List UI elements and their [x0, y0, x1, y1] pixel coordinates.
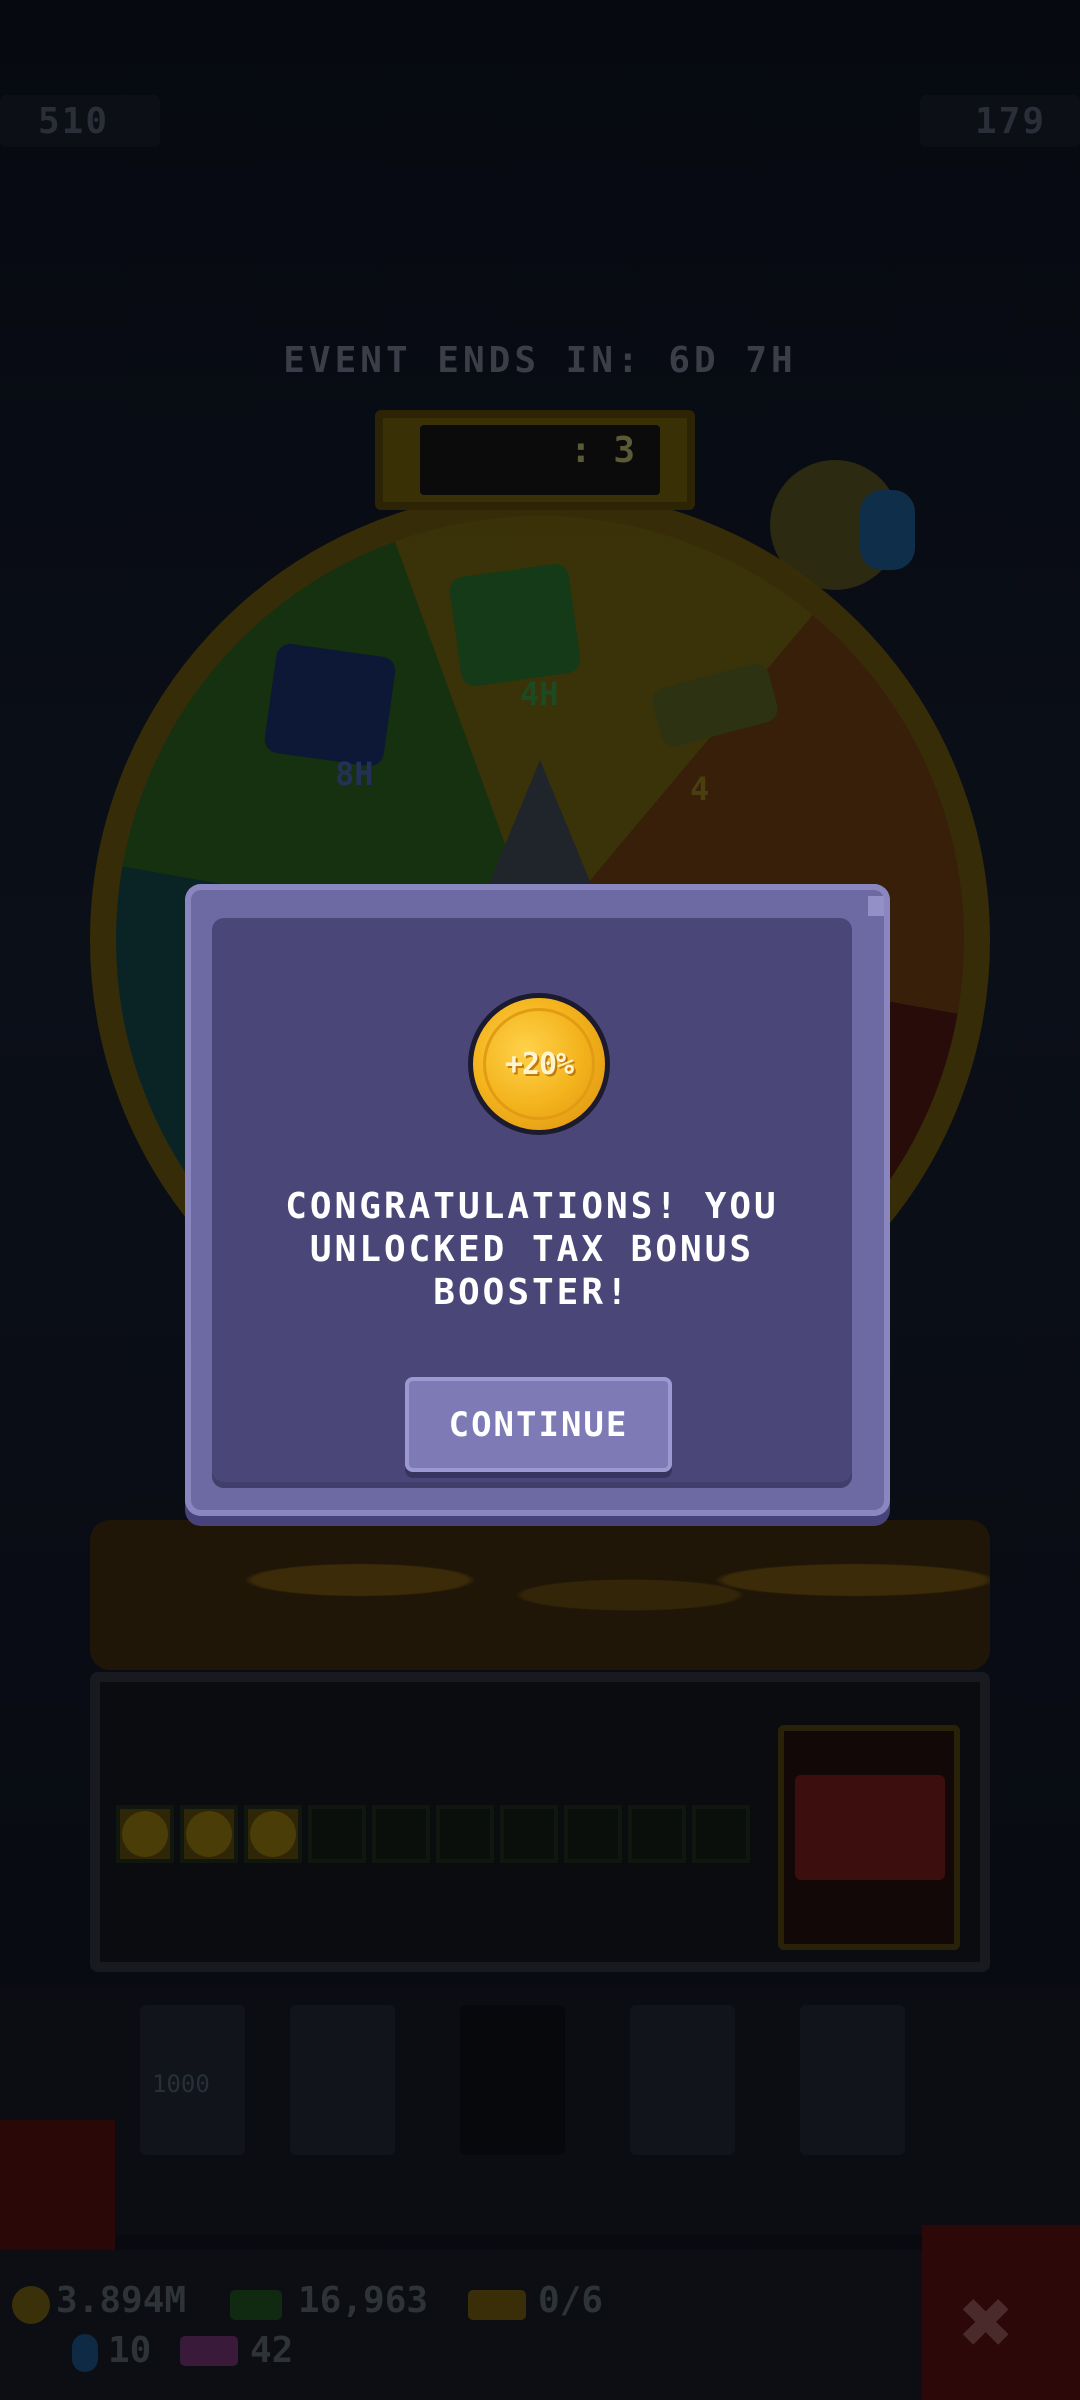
- congratulations-message: CONGRATULATIONS! YOU UNLOCKED TAX BONUS …: [285, 1186, 779, 1313]
- tax-bonus-coin-icon: +20%: [468, 993, 610, 1135]
- dialog-corner-highlight: [868, 896, 884, 916]
- close-icon[interactable]: ✖: [960, 2270, 1014, 2375]
- wheel-item-maze: [262, 642, 398, 768]
- progress-slot: [308, 1805, 366, 1863]
- hud-right-value: 179: [975, 101, 1047, 142]
- level-value: 42: [250, 2330, 294, 2371]
- shop-item[interactable]: [800, 2005, 905, 2155]
- chest-icon: [795, 1775, 945, 1880]
- ticket-icon: [468, 2290, 526, 2320]
- progress-slot: [692, 1805, 750, 1863]
- hud-right-counter: 179: [920, 95, 1080, 147]
- shop-item[interactable]: [630, 2005, 735, 2155]
- progress-slot: [564, 1805, 622, 1863]
- gems-value: 10: [108, 2330, 152, 2371]
- progress-slot: [244, 1805, 302, 1863]
- event-countdown: EVENT ENDS IN: 6D 7H: [283, 340, 797, 381]
- progress-slot: [372, 1805, 430, 1863]
- shop-item[interactable]: [290, 2005, 395, 2155]
- progress-slot: [436, 1805, 494, 1863]
- wheel-item-maze-label: 8H: [335, 755, 374, 793]
- coin-icon: [250, 1811, 296, 1857]
- wheel-item-coin: [447, 562, 583, 688]
- info-icon[interactable]: [860, 490, 915, 570]
- coin-pile-decor: [90, 1520, 990, 1670]
- coin-icon: [122, 1811, 168, 1857]
- progress-slot: [628, 1805, 686, 1863]
- hud-left-value: 510: [38, 101, 110, 142]
- shop-item-price: 1000: [152, 2070, 210, 2098]
- tickets-value: 0/6: [538, 2280, 604, 2321]
- wheel-item-coin-label: 4H: [520, 675, 559, 713]
- spin-counter-value: : 3: [570, 430, 636, 471]
- bottom-stats-bar: [0, 2250, 1080, 2400]
- coin-icon: [186, 1811, 232, 1857]
- continue-button-label: CONTINUE: [448, 1404, 629, 1445]
- wheel-item-ticket-label: 4: [690, 770, 710, 808]
- progress-slot: [116, 1805, 174, 1863]
- progress-slot: [180, 1805, 238, 1863]
- gem-icon: [72, 2334, 98, 2372]
- level-icon: [180, 2336, 238, 2366]
- progress-slot: [500, 1805, 558, 1863]
- coin-icon: [12, 2286, 50, 2324]
- coins-value: 3.894M: [56, 2280, 187, 2321]
- scroll-arrows-button[interactable]: [0, 2120, 115, 2250]
- booster-badge-text: +20%: [504, 1046, 574, 1082]
- hud-left-counter: 510: [0, 95, 160, 147]
- shop-item[interactable]: [460, 2005, 565, 2155]
- continue-button[interactable]: CONTINUE: [405, 1377, 672, 1472]
- cash-icon: [230, 2290, 282, 2320]
- cash-value: 16,963: [298, 2280, 429, 2321]
